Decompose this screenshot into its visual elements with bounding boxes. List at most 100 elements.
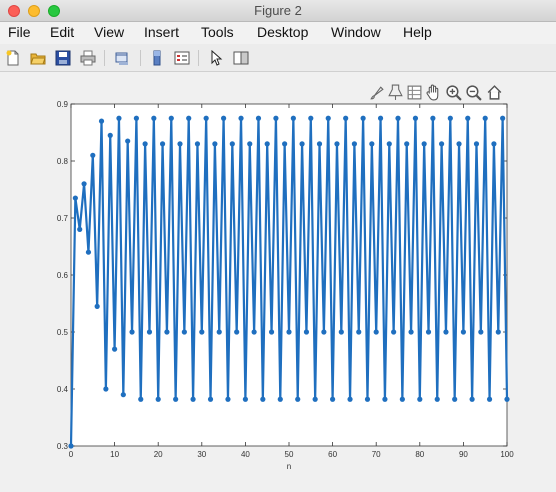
data-point [417,396,423,402]
data-point [260,396,266,402]
data-point [168,115,174,121]
data-point [133,115,139,121]
data-point [434,396,440,402]
data-point [173,396,179,402]
data-point [212,141,218,147]
data-point [395,115,401,121]
x-tick-label: 0 [69,450,74,459]
data-point [238,115,244,121]
data-point [356,329,362,335]
data-point [81,181,87,187]
data-point [151,115,157,121]
data-point [369,141,375,147]
data-point [478,329,484,335]
y-tick-label: 0.9 [57,100,69,109]
plot-area[interactable]: 0 10 20 30 40 50 60 70 80 90 100 0.3 0.4 0.5 0.6 0.7 0.8… [0,0,556,492]
data-point [155,396,161,402]
data-point [425,329,432,335]
data-point [177,141,183,147]
data-point [482,115,488,121]
data-point [116,115,122,121]
data-point [439,141,445,147]
data-point [343,115,349,121]
data-point [138,396,144,402]
data-point [373,329,379,335]
data-point [277,396,283,402]
data-point [242,396,248,402]
data-point [399,396,405,402]
data-point [452,396,458,402]
x-tick-label: 80 [415,450,424,459]
data-point [299,141,305,147]
data-point [247,141,253,147]
x-tick-label: 40 [241,450,250,459]
data-point [456,141,462,147]
data-point [129,329,135,335]
x-tick-label: 70 [372,450,381,459]
data-point [107,132,113,138]
data-point [330,396,336,402]
data-point [103,386,109,392]
data-point [273,115,279,121]
y-tick-label: 0.3 [57,442,69,451]
data-point [146,329,153,335]
data-point [159,141,166,147]
data-point [68,443,74,449]
x-tick-label: 20 [154,450,163,459]
data-point [377,115,384,121]
data-point [85,249,92,255]
x-tick-label: 90 [459,450,468,459]
data-point [112,346,118,352]
data-point [408,329,414,335]
data-point [255,115,262,121]
data-point [351,141,357,147]
data-point [90,152,96,158]
x-tick-label: 30 [197,450,206,459]
data-point [207,396,214,402]
data-point [229,141,235,147]
data-point [225,396,231,402]
data-point [338,329,344,335]
data-point [364,396,371,402]
data-point [447,115,453,121]
data-point [325,115,331,121]
data-point [308,115,314,121]
data-point [469,396,475,402]
data-point [221,115,227,121]
y-tick-label: 0.5 [57,328,69,337]
data-point [443,329,449,335]
data-point [77,226,83,232]
data-point [199,329,205,335]
data-point [404,141,410,147]
data-point [347,396,353,402]
data-point [500,115,506,121]
data-point [98,118,105,124]
data-point [286,329,292,335]
data-point [421,141,427,147]
data-point [360,115,366,121]
data-point [295,396,301,402]
x-tick-label: 10 [110,450,119,459]
data-point [268,329,275,335]
y-tick-label: 0.6 [57,271,69,280]
data-point [465,115,471,121]
data-point [94,303,100,309]
x-axis-label: n [287,462,291,471]
data-point [460,329,466,335]
data-point [312,396,318,402]
data-point [430,115,436,121]
data-point [251,329,257,335]
data-point [234,329,240,335]
x-tick-label: 100 [500,450,514,459]
data-point [164,329,170,335]
y-tick-label: 0.7 [57,214,69,223]
data-point [321,329,327,335]
data-point [334,141,340,147]
data-point [382,396,388,402]
data-point [504,396,510,402]
y-tick-label: 0.4 [57,385,69,394]
y-tick-label: 0.8 [57,157,69,166]
data-point [216,329,222,335]
data-point [190,396,196,402]
data-point [264,141,270,147]
